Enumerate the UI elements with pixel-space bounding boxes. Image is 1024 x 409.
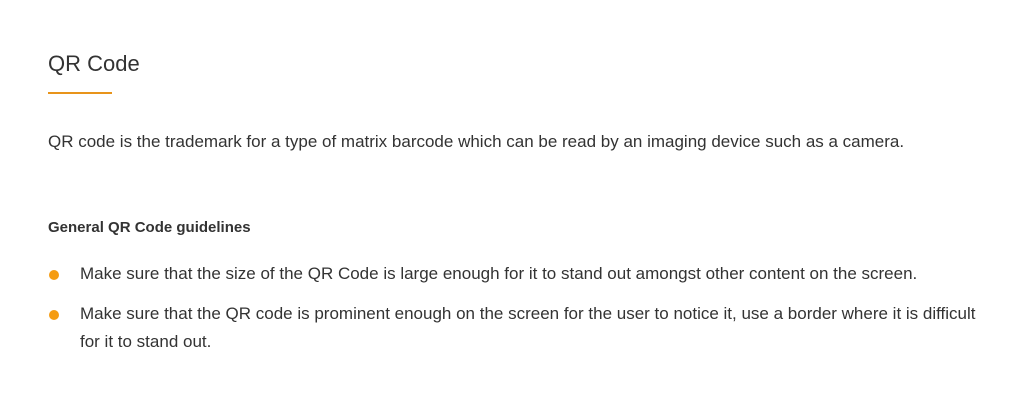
bullet-dot-icon — [49, 270, 59, 280]
page-title: QR Code — [48, 51, 140, 76]
qr-code-section: QR Code QR code is the trademark for a t… — [0, 0, 1024, 409]
list-item: Make sure that the size of the QR Code i… — [48, 260, 988, 288]
bullet-dot-icon — [49, 310, 59, 320]
guidelines-list: Make sure that the size of the QR Code i… — [48, 260, 988, 368]
title-underline — [48, 92, 112, 94]
list-item-text: Make sure that the size of the QR Code i… — [80, 264, 918, 283]
guidelines-heading: General QR Code guidelines — [48, 219, 251, 236]
list-item-text: Make sure that the QR code is prominent … — [80, 304, 976, 351]
intro-paragraph: QR code is the trademark for a type of m… — [48, 132, 905, 151]
list-item: Make sure that the QR code is prominent … — [48, 300, 988, 356]
